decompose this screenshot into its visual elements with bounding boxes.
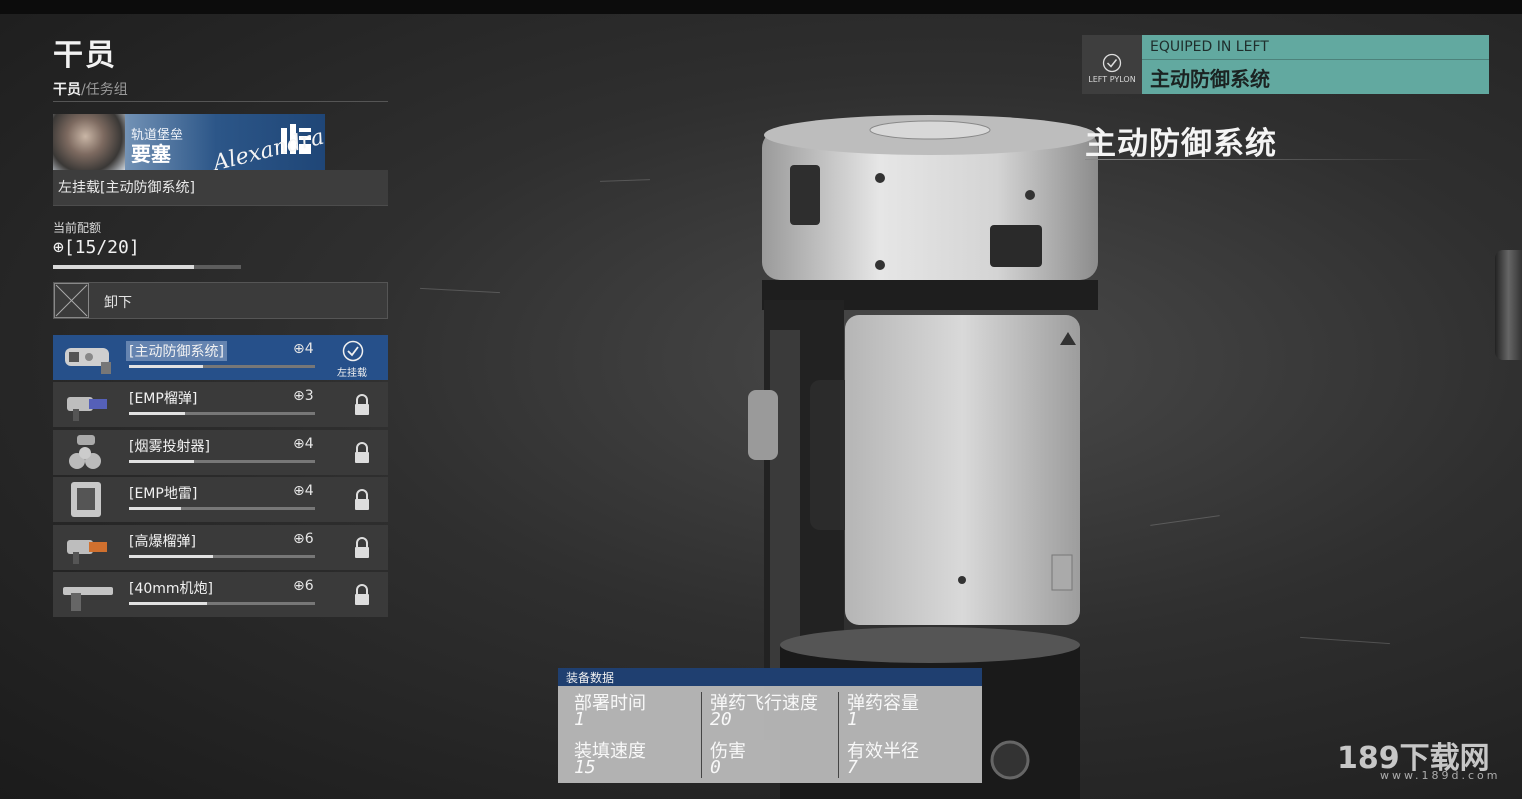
- equipment-name: [烟雾投射器]: [129, 438, 210, 455]
- equipment-bar-fill: [129, 507, 182, 511]
- equipment-cost: ⊕6: [293, 530, 314, 547]
- stat-value: 7: [847, 757, 858, 778]
- equipment-bar: [129, 554, 315, 558]
- equipment-item[interactable]: [40mm机炮] ⊕6: [53, 571, 388, 617]
- equipment-bar: [129, 412, 315, 416]
- equipment-bar: [129, 507, 315, 511]
- pylon-check-icon: [1102, 53, 1122, 73]
- equipment-bar-fill: [129, 554, 213, 558]
- equipment-item[interactable]: [EMP地雷] ⊕4: [53, 477, 388, 523]
- quota-value: ⊕[15/20]: [53, 237, 140, 258]
- stat-value: 0: [710, 757, 721, 778]
- quota-label: 当前配额: [53, 221, 102, 235]
- stats-header: 装备数据: [558, 668, 982, 686]
- item-title: 主动防御系统: [1085, 126, 1277, 162]
- equipment-name: [主动防御系统]: [126, 341, 227, 361]
- autocannon-icon: [63, 586, 113, 611]
- pylon-indicator: LEFT PYLON: [1082, 35, 1142, 94]
- equipped-status: EQUIPED IN LEFT: [1150, 39, 1269, 55]
- stat-value: 1: [574, 709, 585, 730]
- stat-value: 15: [574, 757, 596, 778]
- equipment-cost: ⊕6: [293, 577, 314, 594]
- equipment-bar-fill: [129, 412, 185, 416]
- equipment-list: [主动防御系统] ⊕4 左挂载 [EMP榴弹] ⊕3 [烟雾投射器] ⊕4 [E…: [53, 335, 388, 619]
- equipment-item[interactable]: [主动防御系统] ⊕4 左挂载: [53, 335, 388, 380]
- lock-icon: [355, 489, 369, 511]
- pylon-label: LEFT PYLON: [1088, 75, 1136, 84]
- equipment-bar: [129, 365, 315, 368]
- badge-divider: [1142, 59, 1489, 60]
- stat-value: 1: [847, 709, 858, 730]
- quota-bar: [53, 265, 241, 269]
- equipped-tag: 左挂载: [337, 368, 367, 379]
- lock-icon: [355, 394, 369, 416]
- stat-value: 20: [710, 709, 732, 730]
- watermark-url: www.189d.com: [1380, 769, 1501, 782]
- equipped-check-icon: [342, 340, 364, 362]
- bg-scratch: [1300, 636, 1390, 645]
- lock-icon: [355, 536, 369, 558]
- stats-divider: [838, 692, 839, 778]
- equipment-cost: ⊕3: [293, 388, 314, 405]
- stats-panel: 装备数据 部署时间 1 弹药飞行速度 20 弹药容量 1 装填速度 15 伤害 …: [558, 668, 982, 783]
- breadcrumb: 干员/任务组: [53, 79, 128, 99]
- lock-icon: [355, 441, 369, 463]
- equipment-name: [EMP榴弹]: [129, 391, 198, 408]
- equipped-item-name: 主动防御系统: [1150, 67, 1270, 91]
- unequip-x-icon: [54, 283, 89, 318]
- page-title: 干员: [53, 38, 117, 73]
- bg-scratch: [599, 179, 651, 182]
- stats-divider: [701, 692, 702, 778]
- equipment-bar-fill: [129, 459, 195, 463]
- equipment-item[interactable]: [高爆榴弹] ⊕6: [53, 524, 388, 570]
- bg-scratch: [1150, 515, 1220, 526]
- equipment-name: [高爆榴弹]: [129, 533, 196, 550]
- emp-mine-icon: [71, 482, 101, 518]
- avatar: [53, 114, 125, 170]
- equipment-cost: ⊕4: [293, 483, 314, 500]
- item-title-divider: [1085, 159, 1435, 160]
- defense-system-icon: [65, 348, 111, 374]
- equipment-cost: ⊕4: [293, 435, 314, 452]
- stats-header-label: 装备数据: [566, 671, 615, 685]
- character-name: 要塞: [131, 142, 171, 166]
- equipment-bar-fill: [129, 601, 208, 605]
- equipment-name: [40mm机炮]: [129, 580, 214, 597]
- top-bar: [0, 0, 1522, 14]
- equipment-bar: [129, 601, 315, 605]
- equipment-cost: ⊕4: [293, 341, 314, 357]
- bg-scratch: [420, 287, 500, 294]
- he-grenade-icon: [67, 539, 107, 564]
- emp-grenade-icon: [67, 397, 107, 422]
- unequip-label: 卸下: [104, 295, 132, 311]
- equipment-bar: [129, 459, 315, 463]
- unequip-button[interactable]: 卸下: [53, 282, 388, 319]
- edge-object: [1495, 250, 1522, 360]
- equipped-badge: EQUIPED IN LEFT 主动防御系统: [1142, 35, 1489, 94]
- quota-bar-fill: [53, 265, 194, 269]
- breadcrumb-current[interactable]: 干员: [53, 82, 81, 98]
- equipment-name: [EMP地雷]: [129, 486, 198, 503]
- equipment-item[interactable]: [EMP榴弹] ⊕3: [53, 382, 388, 428]
- breadcrumb-rest[interactable]: /任务组: [81, 82, 128, 98]
- loadout-status: 左挂载[主动防御系统]: [53, 170, 388, 206]
- equipment-item[interactable]: [烟雾投射器] ⊕4: [53, 429, 388, 475]
- breadcrumb-divider: [53, 101, 388, 102]
- smoke-launcher-icon: [69, 434, 101, 469]
- equipment-bar-fill: [129, 365, 204, 368]
- lock-icon: [355, 584, 369, 605]
